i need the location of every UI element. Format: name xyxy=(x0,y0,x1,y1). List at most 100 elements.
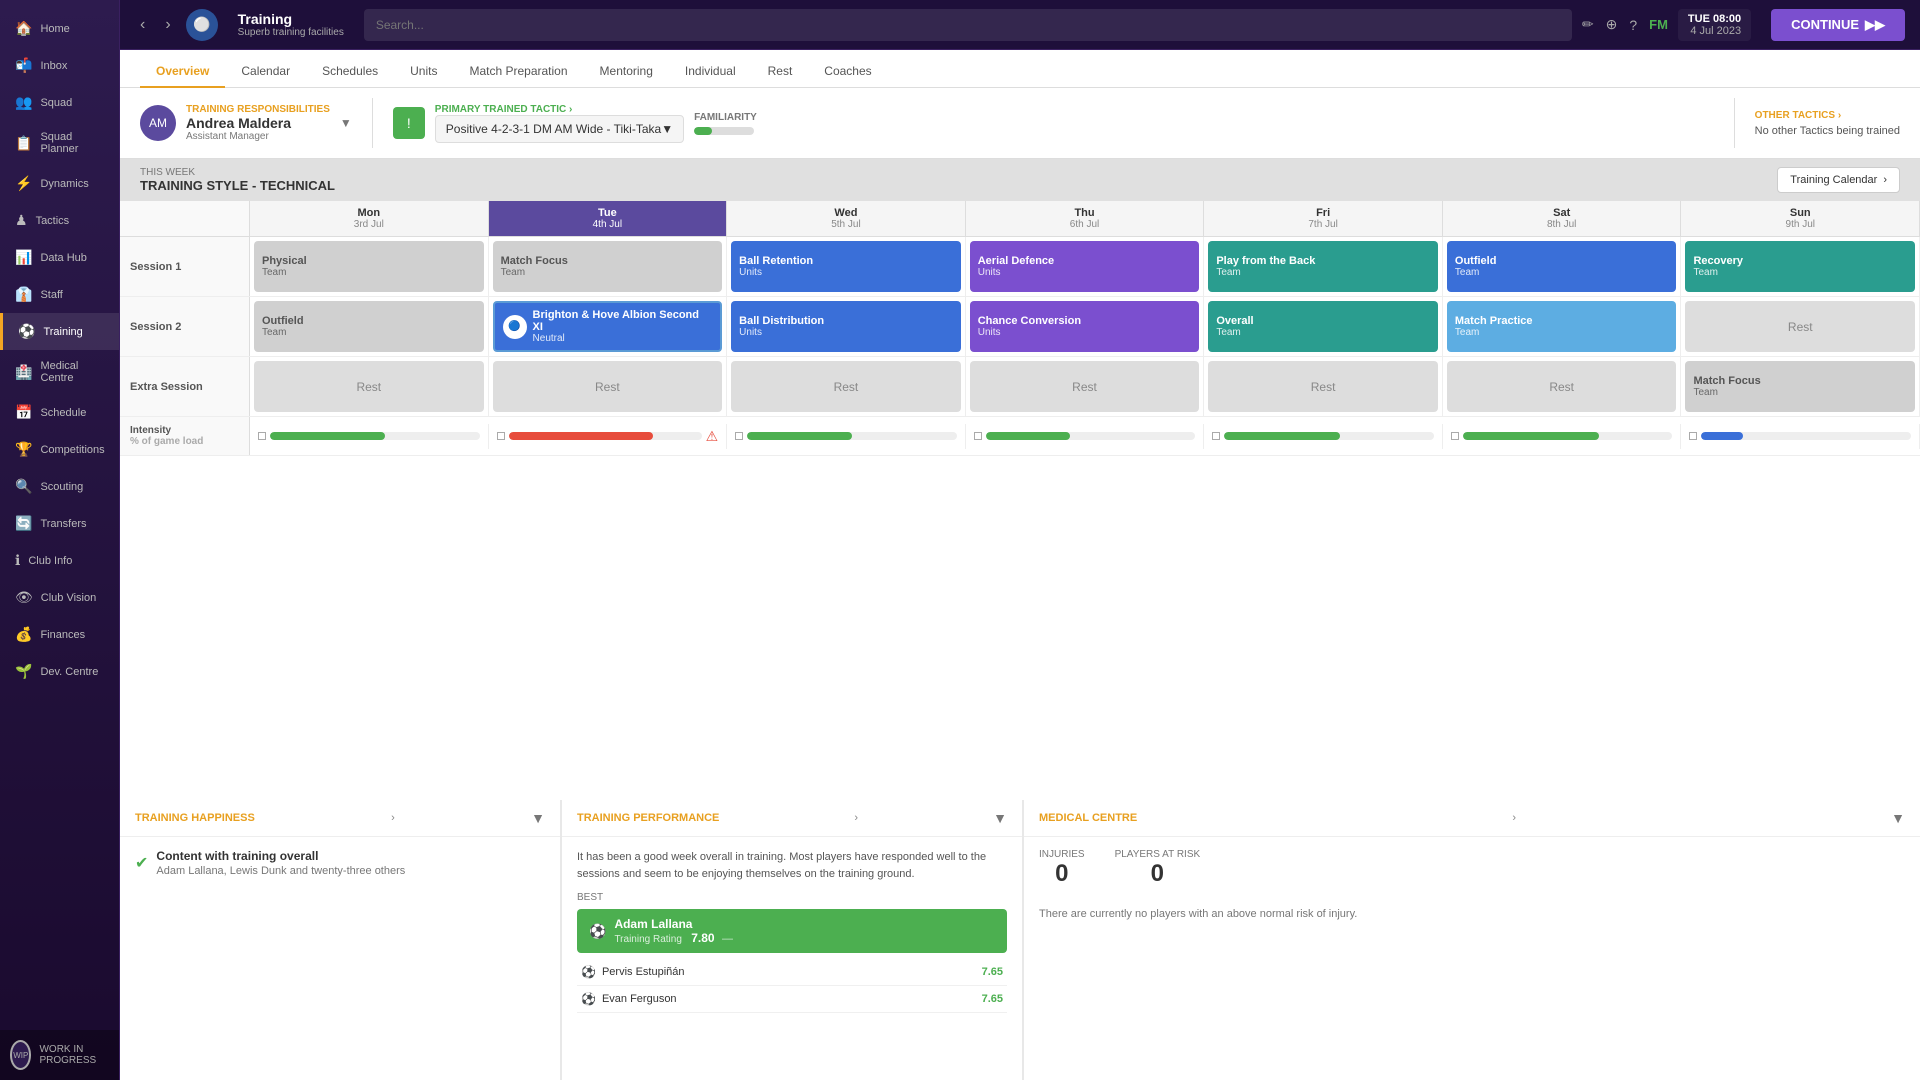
sidebar-icon: 🏥 xyxy=(15,364,32,381)
resp-name: Andrea Maldera xyxy=(186,115,330,131)
sidebar-item-scouting[interactable]: 🔍Scouting xyxy=(0,468,119,505)
search-input[interactable] xyxy=(364,9,1572,41)
nav-forward-button[interactable]: › xyxy=(160,11,175,39)
training-card[interactable]: RecoveryTeam xyxy=(1685,241,1915,292)
sidebar-item-finances[interactable]: 💰Finances xyxy=(0,616,119,653)
happiness-title[interactable]: TRAINING HAPPINESS xyxy=(135,812,255,824)
training-card[interactable]: Ball RetentionUnits xyxy=(731,241,961,292)
med-title[interactable]: MEDICAL CENTRE xyxy=(1039,812,1137,824)
rest-card[interactable]: Rest xyxy=(731,361,961,412)
tactics-icon[interactable]: ⊕ xyxy=(1606,16,1618,33)
rest-card[interactable]: Rest xyxy=(254,361,484,412)
perf-title[interactable]: TRAINING PERFORMANCE xyxy=(577,812,719,824)
sidebar-item-home[interactable]: 🏠Home xyxy=(0,10,119,47)
intensity-bar xyxy=(1224,432,1339,440)
training-card[interactable]: Ball DistributionUnits xyxy=(731,301,961,352)
familiarity-section: FAMILIARITY xyxy=(694,112,757,135)
this-week-header: THIS WEEK TRAINING STYLE - TECHNICAL Tra… xyxy=(120,159,1920,201)
tab-overview[interactable]: Overview xyxy=(140,56,225,88)
resp-chevron[interactable]: ▼ xyxy=(340,116,352,130)
training-card[interactable]: OverallTeam xyxy=(1208,301,1438,352)
help-icon[interactable]: ? xyxy=(1629,17,1637,33)
sidebar-item-squad[interactable]: 👥 Squad xyxy=(0,84,119,121)
tab-mentoring[interactable]: Mentoring xyxy=(584,56,669,88)
card-type: Ball Distribution xyxy=(739,315,953,327)
divider-1 xyxy=(372,98,373,148)
training-card[interactable]: Play from the BackTeam xyxy=(1208,241,1438,292)
sidebar-icon: ℹ xyxy=(15,552,20,569)
sidebar-icon: 💰 xyxy=(15,626,32,643)
training-card[interactable]: Match PracticeTeam xyxy=(1447,301,1677,352)
tab-match-preparation[interactable]: Match Preparation xyxy=(453,56,583,88)
player-row[interactable]: ⚽ Evan Ferguson 7.65 xyxy=(577,986,1007,1013)
rest-card[interactable]: Rest xyxy=(493,361,723,412)
session-cell-0-2: Ball RetentionUnits xyxy=(727,237,966,296)
happiness-collapse[interactable]: ▼ xyxy=(531,810,545,826)
sidebar-item-data-hub[interactable]: 📊Data Hub xyxy=(0,239,119,276)
happiness-header: TRAINING HAPPINESS › ▼ xyxy=(120,800,560,837)
primary-tactic-label[interactable]: PRIMARY TRAINED TACTIC › xyxy=(435,104,684,115)
training-calendar-button[interactable]: Training Calendar › xyxy=(1777,167,1900,193)
sidebar-item-schedule[interactable]: 📅Schedule xyxy=(0,394,119,431)
intensity-cell-0 xyxy=(250,424,489,449)
edit-icon[interactable]: ✏ xyxy=(1582,16,1594,33)
tab-individual[interactable]: Individual xyxy=(669,56,752,88)
tab-rest[interactable]: Rest xyxy=(752,56,809,88)
tab-coaches[interactable]: Coaches xyxy=(808,56,887,88)
sidebar-item-training[interactable]: ⚽Training xyxy=(0,313,119,350)
player-row[interactable]: ⚽ Pervis Estupiñán 7.65 xyxy=(577,959,1007,986)
sidebar-icon: 👥 xyxy=(15,94,32,111)
training-card[interactable]: Aerial DefenceUnits xyxy=(970,241,1200,292)
sidebar-item-staff[interactable]: 👔Staff xyxy=(0,276,119,313)
training-card[interactable]: PhysicalTeam xyxy=(254,241,484,292)
perf-header: TRAINING PERFORMANCE › ▼ xyxy=(562,800,1022,837)
tab-units[interactable]: Units xyxy=(394,56,453,88)
this-week-info: THIS WEEK TRAINING STYLE - TECHNICAL xyxy=(140,167,335,193)
day-header-4: Fri7th Jul xyxy=(1204,201,1443,236)
sidebar-label: Squad xyxy=(40,97,72,109)
intensity-bar xyxy=(747,432,852,440)
tab-calendar[interactable]: Calendar xyxy=(225,56,306,88)
rest-card[interactable]: Rest xyxy=(970,361,1200,412)
training-card[interactable]: Chance ConversionUnits xyxy=(970,301,1200,352)
sidebar-item-dev.-centre[interactable]: 🌱Dev. Centre xyxy=(0,653,119,690)
sidebar-icon: 🔍 xyxy=(15,478,32,495)
other-players: ⚽ Pervis Estupiñán 7.65 ⚽ Evan Ferguson … xyxy=(577,959,1007,1013)
perf-collapse[interactable]: ▼ xyxy=(993,810,1007,826)
sidebar-item-inbox[interactable]: 📬Inbox xyxy=(0,47,119,84)
tactic-select[interactable]: Positive 4-2-3-1 DM AM Wide - Tiki-Taka … xyxy=(435,115,684,143)
sidebar-item-medical-centre[interactable]: 🏥Medical Centre xyxy=(0,350,119,394)
rest-card[interactable]: Rest xyxy=(1685,301,1915,352)
continue-button[interactable]: CONTINUE ▶▶ xyxy=(1771,9,1905,41)
nav-back-button[interactable]: ‹ xyxy=(135,11,150,39)
sidebar-item-transfers[interactable]: 🔄Transfers xyxy=(0,505,119,542)
sidebar-item-squad-planner[interactable]: 📋Squad Planner xyxy=(0,121,119,165)
rest-card[interactable]: Rest xyxy=(1208,361,1438,412)
injuries-value: 0 xyxy=(1039,860,1085,888)
sidebar-item-dynamics[interactable]: ⚡Dynamics xyxy=(0,165,119,202)
intensity-cells: ⚠ xyxy=(250,424,1920,449)
med-note: There are currently no players with an a… xyxy=(1039,908,1905,920)
training-card[interactable]: Match FocusTeam xyxy=(1685,361,1915,412)
med-collapse[interactable]: ▼ xyxy=(1891,810,1905,826)
training-card[interactable]: Match FocusTeam xyxy=(493,241,723,292)
training-card[interactable]: OutfieldTeam xyxy=(1447,241,1677,292)
injuries-stat: INJURIES 0 xyxy=(1039,849,1085,888)
rest-card[interactable]: Rest xyxy=(1447,361,1677,412)
training-card[interactable]: 🔵 Brighton & Hove Albion Second XI Neutr… xyxy=(493,301,723,352)
resp-label: TRAINING RESPONSIBILITIES xyxy=(186,104,330,115)
sidebar-item-competitions[interactable]: 🏆Competitions xyxy=(0,431,119,468)
tab-schedules[interactable]: Schedules xyxy=(306,56,394,88)
sidebar-item-tactics[interactable]: ♟Tactics xyxy=(0,202,119,239)
resp-info: TRAINING RESPONSIBILITIES Andrea Maldera… xyxy=(186,104,330,142)
intensity-bar-wrap xyxy=(1224,432,1434,440)
day-headers: Mon3rd JulTue4th JulWed5th JulThu6th Jul… xyxy=(250,201,1920,236)
sidebar-item-club-info[interactable]: ℹClub Info xyxy=(0,542,119,579)
at-risk-stat: PLAYERS AT RISK 0 xyxy=(1115,849,1201,888)
grid-header: Mon3rd JulTue4th JulWed5th JulThu6th Jul… xyxy=(120,201,1920,237)
training-card[interactable]: OutfieldTeam xyxy=(254,301,484,352)
sidebar-item-club-vision[interactable]: 👁Club Vision xyxy=(0,579,119,616)
session-cell-1-5: Match PracticeTeam xyxy=(1443,297,1682,356)
other-tactics-label[interactable]: OTHER TACTICS › xyxy=(1755,110,1900,121)
best-player-row[interactable]: ⚽ Adam Lallana Training Rating 7.80 — xyxy=(577,909,1007,953)
